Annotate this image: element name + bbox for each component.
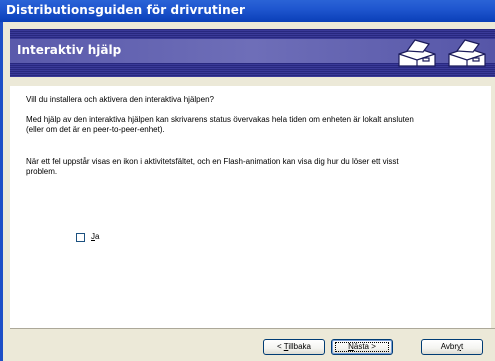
description-line-2: (eller om det är en peer-to-peer-enhet).: [26, 125, 165, 134]
printer-icon: [398, 39, 436, 67]
printer-icons: [398, 39, 486, 67]
next-button[interactable]: Nästa >: [331, 339, 393, 355]
printer-icon: [448, 39, 486, 67]
error-info-paragraph: När ett fel uppstår visas en ikon i akti…: [26, 157, 486, 177]
page-heading: Interaktiv hjälp: [17, 43, 122, 57]
question-text: Vill du installera och aktivera den inte…: [26, 95, 214, 104]
back-button[interactable]: < Tillbaka: [263, 339, 325, 355]
installer-window: Distributionsguiden för drivrutiner Inte…: [0, 0, 495, 361]
yes-checkbox[interactable]: [76, 233, 85, 242]
description-line-1: Med hjälp av den interaktiva hjälpen kan…: [26, 115, 414, 124]
focus-rectangle: [335, 342, 389, 352]
error-info-line-2: problem.: [26, 167, 58, 176]
description-paragraph: Med hjälp av den interaktiva hjälpen kan…: [26, 115, 486, 135]
title-bar[interactable]: Distributionsguiden för drivrutiner: [0, 0, 495, 22]
window-left-border: [0, 22, 3, 361]
yes-checkbox-label[interactable]: Ja: [91, 232, 99, 242]
content-panel: Vill du installera och aktivera den inte…: [10, 86, 491, 328]
footer-divider: [10, 328, 495, 329]
cancel-button[interactable]: Avbryt: [421, 339, 483, 355]
error-info-line-1: När ett fel uppstår visas en ikon i akti…: [26, 157, 399, 166]
window-title: Distributionsguiden för drivrutiner: [6, 3, 246, 17]
